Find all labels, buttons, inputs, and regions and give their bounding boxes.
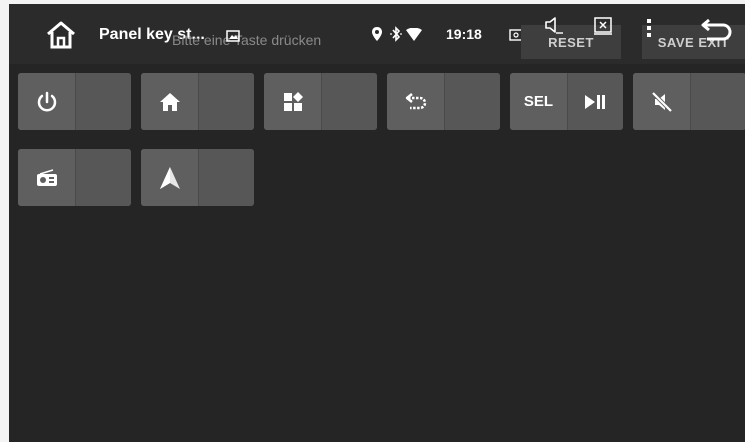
sel-label: SEL [523,93,554,110]
home-icon [141,73,198,130]
clock: 19:18 [446,26,482,42]
menu-dots-icon[interactable] [646,18,652,38]
radio-icon [18,149,75,206]
keys-panel: SEL [9,64,745,442]
volume-icon[interactable] [544,16,564,34]
bluetooth-icon [390,26,402,42]
mute-icon [633,73,690,130]
key-select[interactable]: SEL [510,73,623,130]
key-radio[interactable] [18,149,131,206]
key-home[interactable] [141,73,254,130]
close-window-icon[interactable] [594,17,612,35]
hint-text: Bitte eine Taste drücken [172,32,322,48]
key-mute[interactable] [633,73,745,130]
back-icon [387,73,444,130]
screen-bezel-left [0,0,9,442]
power-icon [18,73,75,130]
wifi-icon [406,27,422,41]
play-pause-icon [567,73,623,130]
home-icon[interactable] [45,20,77,50]
key-power[interactable] [18,73,131,130]
key-navigation[interactable] [141,149,254,206]
image-icon [226,29,240,42]
key-apps[interactable] [264,73,377,130]
key-back[interactable] [387,73,500,130]
location-pin-icon [371,26,383,42]
navigation-icon [141,149,198,206]
apps-icon [264,73,321,130]
back-icon[interactable] [699,16,733,42]
title-bar: Panel key st... Bitte eine Taste drücken… [9,4,745,64]
